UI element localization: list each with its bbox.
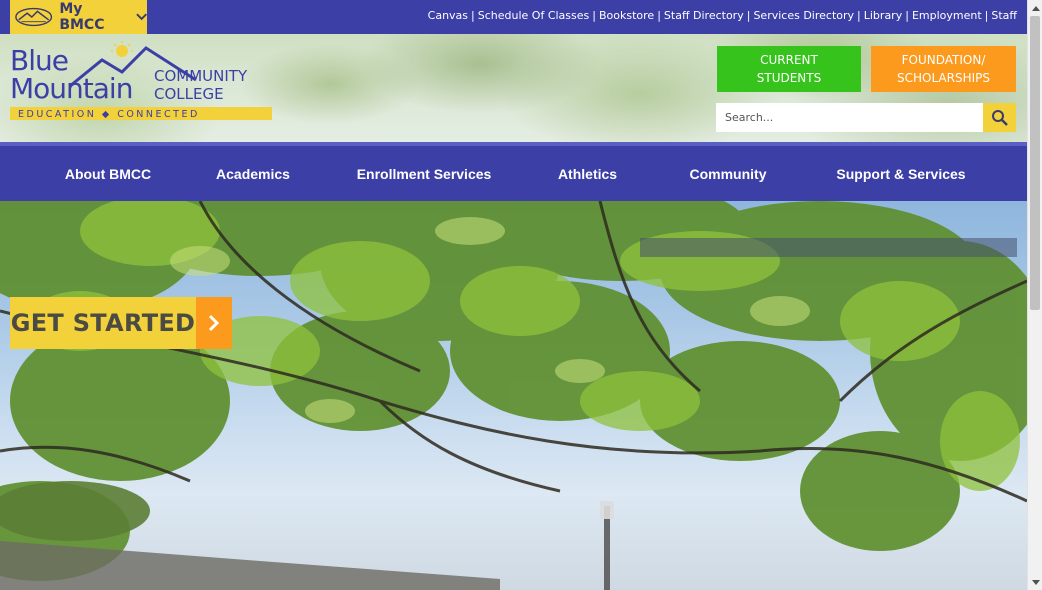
- current-students-line2: STUDENTS: [756, 71, 822, 85]
- scroll-thumb[interactable]: [1030, 16, 1040, 310]
- bmcc-logo[interactable]: Blue Mountain COMMUNITY COLLEGE EDUCATIO…: [10, 40, 272, 122]
- current-students-line1: CURRENT: [760, 53, 818, 67]
- utility-links: Canvas | Schedule Of Classes | Bookstore…: [428, 9, 1017, 22]
- nav-item-community[interactable]: Community: [675, 146, 781, 201]
- link-schedule-of-classes[interactable]: Schedule Of Classes: [478, 9, 590, 22]
- hero-caption-bar: [640, 238, 1017, 257]
- utility-bar: My BMCC Canvas | Schedule Of Classes | B…: [0, 0, 1027, 34]
- sun-icon: [111, 41, 133, 57]
- arrow-up-icon: [1031, 5, 1040, 11]
- page-viewport: My BMCC Canvas | Schedule Of Classes | B…: [0, 0, 1027, 590]
- hero-banner: GET STARTED: [0, 201, 1027, 590]
- link-library[interactable]: Library: [864, 9, 902, 22]
- link-separator: |: [905, 9, 909, 22]
- mountain-logo-icon: [15, 7, 53, 27]
- link-staff-directory[interactable]: Staff Directory: [664, 9, 744, 22]
- link-services-directory[interactable]: Services Directory: [753, 9, 854, 22]
- search-button[interactable]: [983, 103, 1016, 132]
- nav-item-support-services[interactable]: Support & Services: [825, 146, 977, 201]
- get-started-button[interactable]: GET STARTED: [10, 297, 232, 349]
- search-icon: [991, 109, 1008, 126]
- nav-item-academics[interactable]: Academics: [203, 146, 303, 201]
- chevron-down-icon: [136, 13, 147, 21]
- search-input[interactable]: [716, 103, 983, 132]
- arrow-down-icon: [1031, 579, 1040, 585]
- main-nav: About BMCC Academics Enrollment Services…: [0, 142, 1027, 201]
- logo-tagline: EDUCATION ◆ CONNECTED: [18, 109, 200, 120]
- scroll-down-button[interactable]: [1028, 575, 1042, 590]
- link-separator: |: [471, 9, 475, 22]
- logo-college: COLLEGE: [154, 85, 224, 103]
- nav-item-about-bmcc[interactable]: About BMCC: [55, 146, 161, 201]
- foundation-scholarships-button[interactable]: FOUNDATION/ SCHOLARSHIPS: [871, 46, 1016, 92]
- scroll-up-button[interactable]: [1028, 0, 1042, 15]
- get-started-label: GET STARTED: [10, 297, 196, 349]
- nav-item-enrollment-services[interactable]: Enrollment Services: [345, 146, 503, 201]
- current-students-button[interactable]: CURRENT STUDENTS: [717, 46, 861, 92]
- nav-item-athletics[interactable]: Athletics: [545, 146, 630, 201]
- site-header: Blue Mountain COMMUNITY COLLEGE EDUCATIO…: [0, 34, 1027, 142]
- page-scrollbar[interactable]: [1027, 0, 1042, 590]
- link-canvas[interactable]: Canvas: [428, 9, 468, 22]
- foundation-line1: FOUNDATION/: [901, 53, 986, 67]
- link-separator: |: [984, 9, 989, 22]
- link-employment[interactable]: Employment: [912, 9, 982, 22]
- link-separator: |: [746, 9, 751, 22]
- logo-community: COMMUNITY: [154, 67, 248, 85]
- get-started-arrow: [196, 297, 232, 349]
- chevron-right-icon: [208, 314, 220, 332]
- link-separator: |: [592, 9, 596, 22]
- my-bmcc-label: My BMCC: [59, 1, 105, 33]
- foundation-label: FOUNDATION/ SCHOLARSHIPS: [897, 51, 990, 87]
- link-bookstore[interactable]: Bookstore: [599, 9, 654, 22]
- link-separator: |: [857, 9, 861, 22]
- link-staff[interactable]: Staff: [991, 9, 1017, 22]
- hero-photo: [0, 201, 1027, 590]
- link-separator: |: [657, 9, 661, 22]
- current-students-label: CURRENT STUDENTS: [757, 51, 821, 87]
- foundation-line2: SCHOLARSHIPS: [896, 71, 990, 85]
- my-bmcc-dropdown[interactable]: My BMCC: [10, 0, 147, 34]
- logo-mountain: Mountain: [10, 72, 132, 105]
